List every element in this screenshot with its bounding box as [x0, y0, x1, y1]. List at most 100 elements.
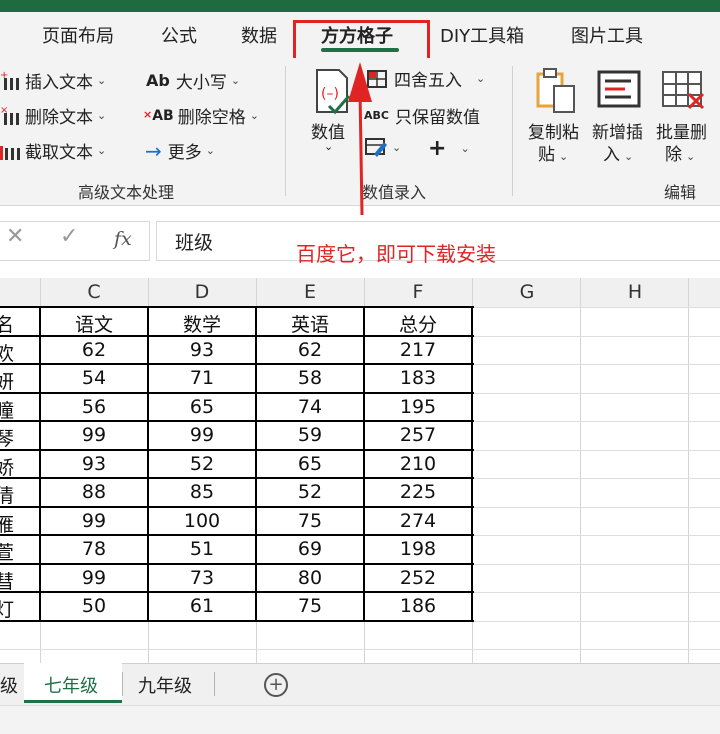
tab-formulas[interactable]: 公式: [161, 22, 197, 48]
window-top-strip: [0, 0, 720, 12]
delete-text-label: 删除文本: [25, 108, 93, 128]
column-header-h[interactable]: H: [585, 281, 685, 303]
table-cell[interactable]: 灯: [0, 595, 14, 622]
table-cell[interactable]: 69: [260, 538, 360, 560]
case-button[interactable]: Ab 大小写 ⌄: [146, 68, 240, 93]
delete-spaces-button[interactable]: ×AB 删除空格 ⌄: [143, 103, 259, 129]
table-border: [0, 534, 474, 536]
table-cell[interactable]: 252: [368, 567, 468, 589]
table-cell[interactable]: 萱: [0, 538, 14, 565]
table-cell[interactable]: 198: [368, 538, 468, 560]
more-button[interactable]: → 更多 ⌄: [145, 138, 215, 164]
table-cell[interactable]: 99: [44, 567, 144, 589]
table-cell[interactable]: 61: [152, 595, 252, 617]
cancel-icon[interactable]: ✕: [6, 224, 24, 249]
table-cell[interactable]: 琴: [0, 424, 14, 451]
ribbon-separator: [512, 66, 513, 196]
table-cell[interactable]: 语文: [44, 310, 144, 337]
tab-diy-toolbox[interactable]: DIY工具箱: [440, 22, 524, 48]
table-cell[interactable]: 99: [152, 424, 252, 446]
table-cell[interactable]: 倩: [0, 481, 14, 508]
table-border: [0, 562, 474, 565]
table-cell[interactable]: 71: [152, 367, 252, 389]
table-cell[interactable]: 195: [368, 396, 468, 418]
table-cell[interactable]: 186: [368, 595, 468, 617]
batch-delete-button[interactable]: 批量删 除 ⌄: [655, 66, 717, 166]
table-cell[interactable]: 彗: [0, 567, 14, 594]
table-cell[interactable]: 75: [260, 595, 360, 617]
table-cell[interactable]: 225: [368, 481, 468, 503]
add-button[interactable]: + ⌄: [428, 136, 470, 161]
table-cell[interactable]: 93: [152, 339, 252, 361]
tab-data[interactable]: 数据: [241, 22, 277, 48]
table-cell[interactable]: 93: [44, 453, 144, 475]
keep-values-button[interactable]: ABC 只保留数值: [364, 103, 480, 128]
table-cell[interactable]: 88: [44, 481, 144, 503]
table-cell[interactable]: 瞳: [0, 396, 14, 423]
insert-text-button[interactable]: + 插入文本 ⌄: [0, 68, 106, 94]
column-header-f[interactable]: F: [368, 281, 468, 303]
table-cell[interactable]: 65: [260, 453, 360, 475]
table-cell[interactable]: 183: [368, 367, 468, 389]
function-icon[interactable]: fx: [114, 228, 132, 250]
table-cell[interactable]: 总分: [368, 310, 468, 337]
table-cell[interactable]: 58: [260, 367, 360, 389]
table-cell[interactable]: 217: [368, 339, 468, 361]
table-cell[interactable]: 80: [260, 567, 360, 589]
table-cell[interactable]: 名: [0, 310, 14, 337]
table-border: [255, 307, 257, 621]
column-header-c[interactable]: C: [44, 281, 144, 303]
extract-text-label: 截取文本: [25, 143, 93, 163]
table-border: [0, 448, 474, 451]
annotation-arrow-icon: [348, 62, 372, 216]
table-cell[interactable]: 62: [260, 339, 360, 361]
table-cell[interactable]: 78: [44, 538, 144, 560]
table-cell[interactable]: 210: [368, 453, 468, 475]
table-cell[interactable]: 257: [368, 424, 468, 446]
table-cell[interactable]: 73: [152, 567, 252, 589]
table-cell[interactable]: 50: [44, 595, 144, 617]
table-cell[interactable]: 英语: [260, 310, 360, 337]
tab-page-layout[interactable]: 页面布局: [42, 22, 114, 48]
table-cell[interactable]: 75: [260, 510, 360, 532]
sheet-tab-grade-9[interactable]: 九年级: [138, 672, 192, 698]
round-button[interactable]: 四舍五入 ⌄: [366, 66, 485, 91]
confirm-icon[interactable]: ✓: [60, 224, 78, 249]
table-cell[interactable]: 51: [152, 538, 252, 560]
table-cell[interactable]: 52: [260, 481, 360, 503]
table-cell[interactable]: 欢: [0, 339, 14, 366]
table-cell[interactable]: 100: [152, 510, 252, 532]
svg-text:+: +: [0, 70, 8, 81]
table-cell[interactable]: 99: [44, 424, 144, 446]
table-cell[interactable]: 52: [152, 453, 252, 475]
table-cell[interactable]: 54: [44, 367, 144, 389]
table-border: [39, 307, 41, 621]
column-header-g[interactable]: G: [477, 281, 577, 303]
table-cell[interactable]: 274: [368, 510, 468, 532]
copy-paste-label-2: 贴 ⌄: [538, 145, 569, 165]
more-label: 更多: [167, 143, 202, 163]
table-cell[interactable]: 99: [44, 510, 144, 532]
column-header-d[interactable]: D: [152, 281, 252, 303]
table-cell[interactable]: 62: [44, 339, 144, 361]
extract-text-button[interactable]: 截取文本 ⌄: [0, 138, 106, 163]
tab-picture-tools[interactable]: 图片工具: [571, 22, 643, 48]
edit-group-label: 编辑: [664, 183, 697, 202]
add-sheet-button[interactable]: +: [264, 673, 288, 697]
table-cell[interactable]: 雁: [0, 510, 14, 537]
table-cell[interactable]: 65: [152, 396, 252, 418]
table-cell[interactable]: 妍: [0, 367, 14, 394]
sheet-tab-prev[interactable]: 级: [0, 672, 18, 698]
copy-paste-button[interactable]: 复制粘 贴 ⌄: [526, 66, 586, 166]
table-cell[interactable]: 74: [260, 396, 360, 418]
table-cell[interactable]: 56: [44, 396, 144, 418]
column-header-e[interactable]: E: [260, 281, 360, 303]
insert-button[interactable]: 新增插 入 ⌄: [591, 66, 651, 166]
delete-text-button[interactable]: × 删除文本 ⌄: [0, 103, 106, 129]
table-cell[interactable]: 数学: [152, 310, 252, 337]
delete-spaces-icon: ×AB: [143, 107, 174, 124]
table-cell[interactable]: 85: [152, 481, 252, 503]
round-label: 四舍五入: [394, 71, 462, 91]
table-cell[interactable]: 娇: [0, 453, 14, 480]
table-cell[interactable]: 59: [260, 424, 360, 446]
